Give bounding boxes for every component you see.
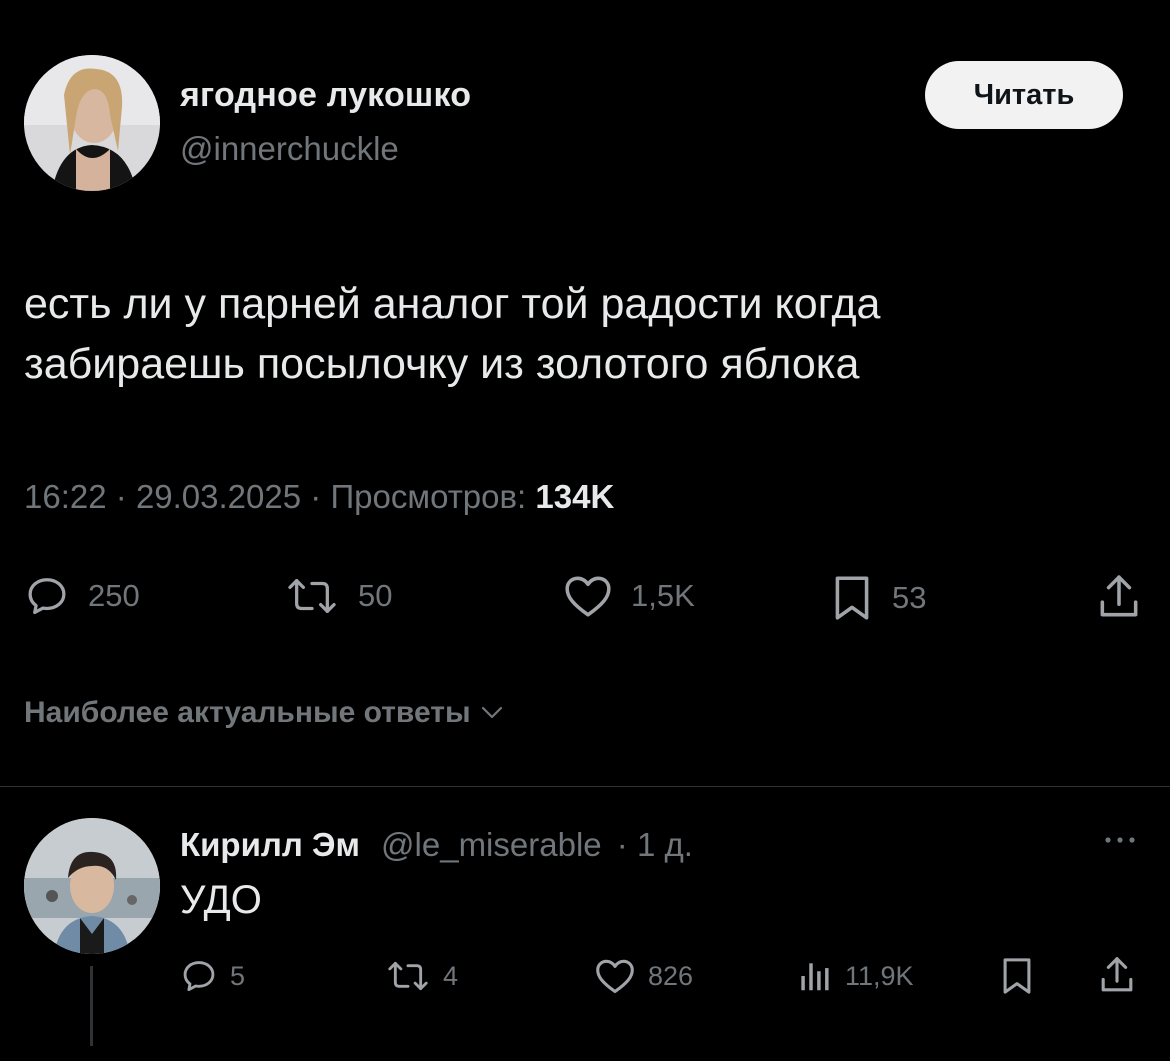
thread-line <box>90 966 93 1046</box>
reply-text: УДО <box>180 878 262 922</box>
reply-count: 250 <box>88 578 140 613</box>
reply-header: Кирилл Эм @le_miserable · 1 д. <box>180 826 693 864</box>
speech-bubble-icon <box>183 961 215 992</box>
reply-bookmark-action[interactable] <box>1000 955 1034 997</box>
bookmark-icon <box>835 576 869 620</box>
retweet-icon <box>288 579 336 613</box>
reply-author-avatar[interactable] <box>24 818 160 954</box>
author-avatar-image <box>24 55 160 191</box>
speech-bubble-icon <box>28 578 66 615</box>
tweet-text-line-1: есть ли у парней аналог той радости когд… <box>24 280 881 328</box>
tweet-time[interactable]: 16:22 <box>24 478 107 515</box>
follow-button[interactable]: Читать <box>925 61 1123 129</box>
reply-avatar-image <box>24 818 160 954</box>
tweet-date[interactable]: 29.03.2025 <box>136 478 301 515</box>
share-icon <box>1101 957 1133 992</box>
reply-like-action[interactable]: 826 <box>594 957 693 995</box>
author-display-name[interactable]: ягодное лукошко <box>180 76 471 115</box>
reply-views-count: 11,9K <box>845 960 914 991</box>
retweet-action[interactable]: 50 <box>284 573 392 619</box>
tweet-text: есть ли у парней аналог той радости когд… <box>24 274 1124 394</box>
author-handle[interactable]: @innerchuckle <box>180 130 399 168</box>
reply-views-action[interactable]: 11,9K <box>795 957 914 995</box>
tweet-text-line-2: забираешь посылочку из золотого яблока <box>24 340 860 388</box>
share-icon <box>1100 575 1138 617</box>
heart-icon <box>565 576 611 617</box>
reply-retweet-count: 4 <box>443 960 459 991</box>
reply-reply-action[interactable]: 5 <box>180 957 245 995</box>
more-options-button[interactable] <box>1100 832 1140 853</box>
views-count: 134K <box>535 478 615 515</box>
like-count: 1,5K <box>631 578 695 613</box>
bookmark-count: 53 <box>892 580 927 615</box>
replies-sort-label: Наиболее актуальные ответы <box>24 696 471 729</box>
retweet-icon <box>388 961 428 991</box>
replies-sort-dropdown[interactable]: Наиболее актуальные ответы <box>24 696 505 730</box>
reply-like-count: 826 <box>648 960 694 991</box>
bookmark-action[interactable]: 53 <box>830 573 926 623</box>
more-dots-icon <box>1105 837 1135 843</box>
section-divider <box>0 786 1170 787</box>
share-action[interactable] <box>1096 573 1142 623</box>
meta-separator-1: · <box>115 478 127 515</box>
reply-time[interactable]: · 1 д. <box>617 826 693 863</box>
views-label: Просмотров: <box>330 478 527 515</box>
chevron-down-icon <box>481 706 502 719</box>
bar-chart-icon <box>801 963 829 991</box>
reply-retweet-action[interactable]: 4 <box>385 957 458 995</box>
meta-separator-2: · <box>310 478 322 515</box>
retweet-count: 50 <box>358 578 393 613</box>
bookmark-icon <box>1003 958 1031 994</box>
reply-author-name[interactable]: Кирилл Эм <box>180 826 360 863</box>
reply-share-action[interactable] <box>1098 955 1136 997</box>
heart-icon <box>596 959 634 994</box>
reply-reply-count: 5 <box>230 960 246 991</box>
tweet-meta: 16:22 · 29.03.2025 · Просмотров: 134K <box>24 478 614 516</box>
reply-action[interactable]: 250 <box>24 573 140 619</box>
author-avatar[interactable] <box>24 55 160 191</box>
like-action[interactable]: 1,5K <box>563 573 695 619</box>
reply-author-handle[interactable]: @le_miserable <box>381 826 602 863</box>
